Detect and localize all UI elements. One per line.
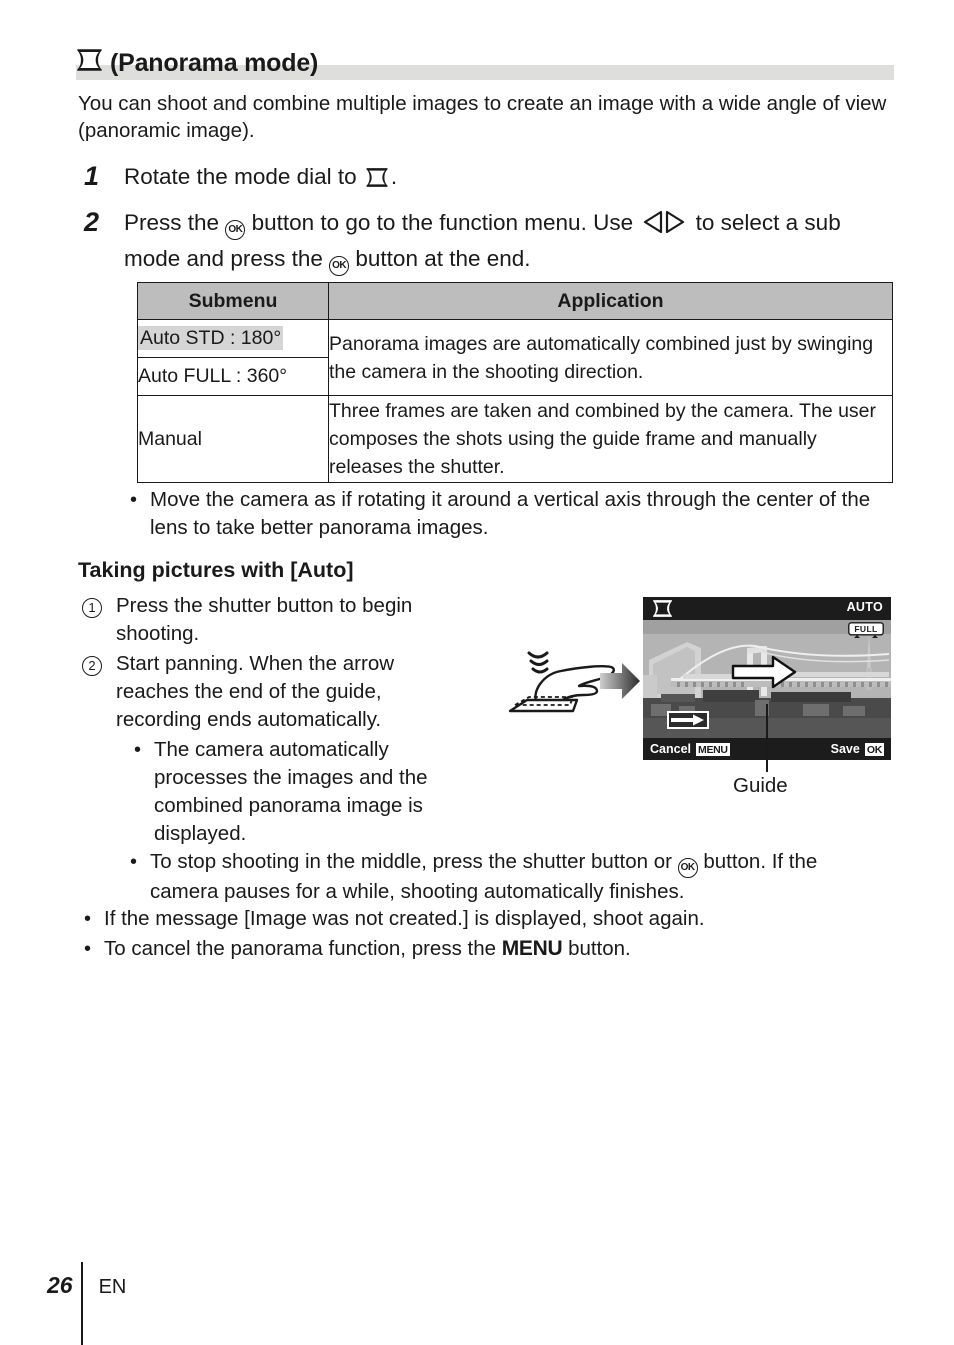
note-cancel-panorama: • To cancel the panorama function, press… [84,935,894,963]
step-2-part1: Press the [124,210,220,235]
step-1-number: 1 [84,161,100,191]
bullet-dot-icon: • [84,938,92,960]
circled-step-2-number: 2 [82,650,116,679]
application-cell-manual: Three frames are taken and combined by t… [328,395,893,483]
ok-button-icon: OK [225,220,246,240]
page-footer: 26 EN [47,1272,126,1299]
submenu-label-highlighted: Auto STD : 180° [138,326,284,350]
circled-step-1-text: Press the shutter button to begin shooti… [116,594,413,645]
circled-step-1-number: 1 [82,592,116,621]
submenu-table: Submenu Application Auto STD : 180° Pano… [137,282,893,483]
note-stop-part1: To stop shooting in the middle, press th… [150,850,672,873]
sub-mode-badge-full: FULL [848,622,884,643]
cancel-label: Cancel [650,742,691,756]
note-cancel-part2: button. [568,937,631,960]
cancel-action[interactable]: Cancel MENU [650,742,730,756]
flow-arrow-icon [598,660,642,702]
numbered-steps: 1 Rotate the mode dial to . 2 Press the … [84,160,884,286]
bullet-dot-icon: • [134,739,142,761]
table-header-row: Submenu Application [137,282,893,320]
pan-direction-arrow-icon [731,655,797,694]
bullet-dot-icon: • [130,851,138,873]
circled-step-2-text: Start panning. When the arrow reaches th… [116,652,395,731]
circled-step-2: 2 Start panning. When the arrow reaches … [82,650,472,734]
camera-mode-label: AUTO [846,600,883,614]
bullet-dot-icon: • [130,489,138,511]
panorama-mode-icon [76,48,103,78]
svg-text:FULL: FULL [854,624,877,634]
menu-button-label: MENU [501,937,563,960]
save-label: Save [830,742,860,756]
menu-key-icon: MENU [696,742,730,756]
step-1-text: Rotate the mode dial to . [124,160,884,196]
guide-leader-line [766,704,768,772]
step-1: 1 Rotate the mode dial to . [84,160,884,196]
circled-step-1: 1 Press the shutter button to begin shoo… [82,592,472,648]
page-language: EN [98,1276,127,1298]
step-2-part2: button to go to the function menu. Use [251,210,634,235]
note-image-not-created-text: If the message [Image was not created.] … [104,907,705,930]
ok-button-icon: OK [677,858,698,878]
panorama-mode-icon [365,163,389,196]
step-1-text-before: Rotate the mode dial to [124,164,357,189]
page-title-text: (Panorama mode) [110,49,319,77]
ok-button-icon: OK [329,256,350,276]
step-1-text-after: . [390,164,398,189]
submenu-cell-manual: Manual [137,395,329,483]
note-stop-shooting-text: To stop shooting in the middle, press th… [150,848,890,906]
page-number: 26 [47,1272,73,1298]
save-action[interactable]: Save OK [831,742,884,756]
guide-callout-label: Guide [733,774,788,797]
note-image-not-created: • If the message [Image was not created.… [84,905,894,933]
step-2-part4: button at the end. [355,246,531,271]
note-stop-shooting: • To stop shooting in the middle, press … [130,848,890,906]
section-heading-taking-pictures: Taking pictures with [Auto] [78,558,354,582]
note-cancel-panorama-text: To cancel the panorama function, press t… [104,935,894,963]
table-header-application: Application [328,282,893,320]
note-move-camera-text: Move the camera as if rotating it around… [150,488,871,539]
step-2-text: Press the OK button to go to the functio… [124,206,884,276]
intro-paragraph: You can shoot and combine multiple image… [78,92,887,142]
step-2-number: 2 [84,207,100,237]
application-cell-auto: Panorama images are automatically combin… [328,319,893,396]
circled-step-2-sub-bullets: • The camera automatically processes the… [134,736,464,848]
camera-screen-top-bar: AUTO [643,597,891,620]
table-row: Manual Three frames are taken and combin… [137,395,893,483]
left-right-arrows-icon [641,209,687,242]
step-2: 2 Press the OK button to go to the funct… [84,206,884,276]
submenu-cell-auto-full: Auto FULL : 360° [137,357,329,396]
sub-bullet-text: The camera automatically processes the i… [154,738,428,845]
note-move-camera: • Move the camera as if rotating it arou… [130,486,892,542]
submenu-cell-auto-std: Auto STD : 180° [137,319,329,358]
manual-page: (Panorama mode) You can shoot and combin… [0,0,954,1345]
table-row: Auto STD : 180° Panorama images are auto… [137,319,893,396]
ok-key-icon: OK [864,742,884,756]
bullet-dot-icon: • [84,908,92,930]
guide-frame [667,711,709,729]
table-header-submenu: Submenu [137,282,329,320]
panorama-mode-icon [650,600,675,622]
circled-step-list: 1 Press the shutter button to begin shoo… [82,592,472,848]
note-cancel-part1: To cancel the panorama function, press t… [104,937,497,960]
page-title: (Panorama mode) [76,48,896,82]
